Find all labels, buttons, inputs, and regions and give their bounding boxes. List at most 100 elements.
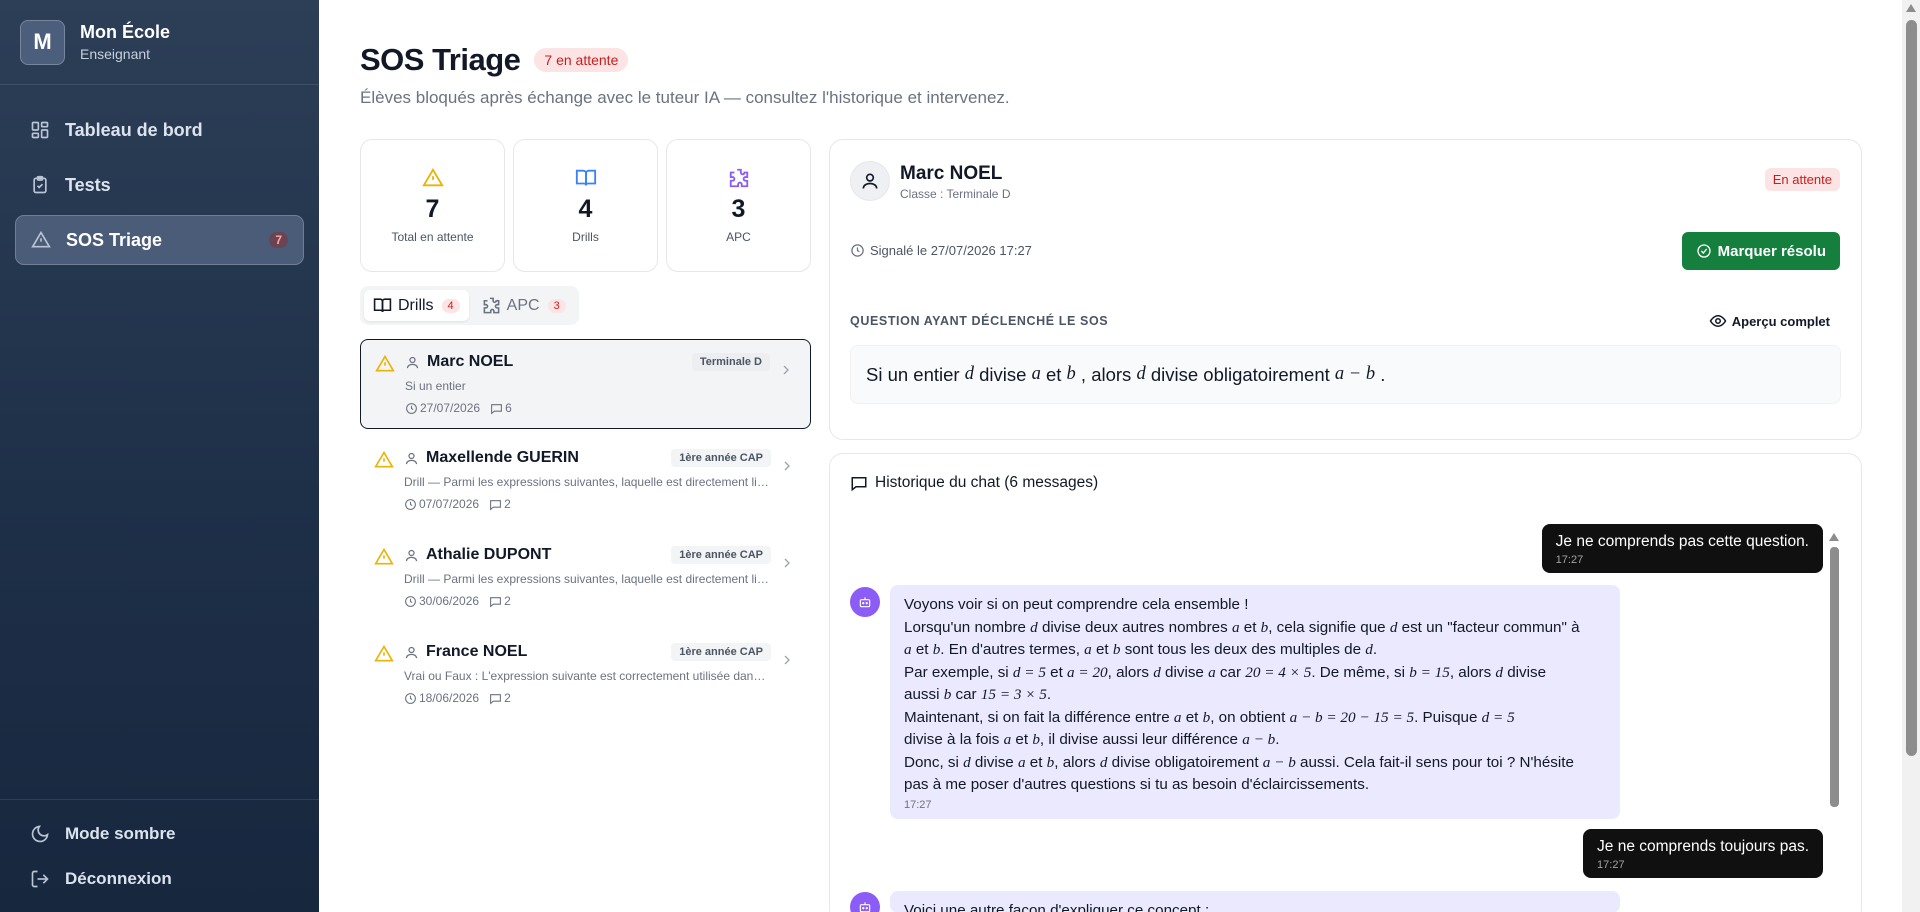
pending-badge: 7 en attente: [534, 48, 629, 72]
message-line: Par exemple, si d = 5 et a = 20, alors d…: [904, 663, 1547, 681]
chat-header-label: Historique du chat (6 messages): [875, 474, 1099, 491]
message-time: 17:27: [1597, 859, 1625, 871]
clock-icon: [851, 244, 864, 257]
message-count: 2: [504, 497, 511, 511]
question-text-part: et: [1040, 363, 1067, 385]
scroll-up-arrow-icon[interactable]: [1906, 4, 1916, 12]
puzzle-icon: [729, 168, 748, 188]
math-var: d: [1136, 364, 1146, 384]
chevron-right-icon: [783, 365, 789, 375]
moon-icon: [31, 825, 49, 843]
warning-icon: [421, 167, 444, 187]
sidebar-footer: Mode sombre Déconnexion: [0, 799, 319, 912]
question-preview: Si un entier: [405, 379, 466, 393]
stat-value: 3: [731, 195, 746, 223]
clock-icon: [405, 692, 416, 704]
item-meta: 27/07/2026 6: [405, 401, 512, 415]
student-name: France NOEL: [426, 643, 528, 660]
brand-role: Enseignant: [80, 46, 151, 62]
bot-icon: [859, 597, 871, 608]
bot-avatar: [850, 587, 880, 617]
user-icon: [405, 452, 418, 465]
scroll-thumb[interactable]: [1906, 20, 1917, 756]
message-icon: [490, 693, 501, 705]
scroll-thumb[interactable]: [1830, 547, 1839, 807]
eye-icon: [1709, 314, 1727, 328]
bot-avatar: [850, 892, 880, 912]
item-meta: 07/07/2026 2: [404, 497, 511, 511]
message-line: Voici une autre façon d'expliquer ce con…: [904, 902, 1210, 912]
warning-icon: [374, 547, 394, 565]
tab-drills[interactable]: Drills 4: [364, 290, 469, 321]
logout-icon: [31, 870, 49, 888]
chat-scrollbar[interactable]: [1829, 533, 1839, 814]
check-circle-icon: [1696, 244, 1711, 258]
chat-header: Historique du chat (6 messages): [850, 474, 1098, 492]
book-icon: [373, 298, 392, 312]
scroll-up-arrow-icon[interactable]: [1829, 533, 1839, 541]
clock-icon: [405, 595, 416, 607]
category-tabs: Drills 4 APC 3: [360, 286, 579, 325]
page-scrollbar[interactable]: [1902, 0, 1920, 912]
sidebar-nav: Tableau de bord Tests SOS Triage 7: [0, 85, 319, 265]
sidebar-item-tests[interactable]: Tests: [15, 160, 304, 210]
message-icon: [490, 499, 501, 511]
chat-history-panel: Historique du chat (6 messages) Je ne co…: [829, 453, 1862, 912]
question-preview: Drill — Parmi les expressions suivantes,…: [404, 572, 769, 586]
dark-mode-toggle[interactable]: Mode sombre: [15, 812, 304, 856]
message-line: Lorsqu'un nombre d divise deux autres no…: [904, 618, 1580, 636]
question-text: Si un entier d divise a et b , alors d d…: [850, 345, 1841, 404]
puzzle-icon: [483, 297, 500, 314]
warning-icon: [375, 354, 395, 372]
math-var: a: [1031, 364, 1041, 384]
item-date: 07/07/2026: [419, 497, 480, 511]
detail-student-name: Marc NOEL: [900, 163, 1003, 184]
dashboard-icon: [31, 121, 49, 139]
sos-count-badge: 7: [269, 232, 288, 248]
stats-row: 7 Total en attente 4 Drills 3 APC: [360, 139, 811, 272]
message-text: Je ne comprends pas cette question.: [1555, 533, 1809, 550]
warning-icon: [374, 450, 394, 468]
message-count: 2: [504, 691, 511, 705]
sos-list: Marc NOEL Terminale D Si un entier 27/07…: [360, 339, 811, 720]
message-time: 17:27: [904, 798, 932, 811]
question-preview: Drill — Parmi les expressions suivantes,…: [404, 475, 769, 489]
warning-icon: [374, 644, 394, 662]
dark-mode-label: Mode sombre: [65, 824, 176, 843]
list-item[interactable]: Athalie DUPONT 1ère année CAP Drill — Pa…: [360, 533, 811, 623]
tab-count-badge: 3: [547, 298, 566, 313]
sidebar-item-dashboard[interactable]: Tableau de bord: [15, 105, 304, 155]
question-text-part: divise obligatoirement: [1145, 363, 1335, 385]
clock-icon: [406, 402, 417, 414]
brand-name: Mon École: [80, 22, 171, 42]
class-badge: Terminale D: [691, 353, 770, 371]
sidebar-item-sos-triage[interactable]: SOS Triage 7: [15, 215, 304, 265]
message-line: divise à la fois a et b, il divise aussi…: [904, 731, 1280, 748]
message-line: aussi b car 15 = 3 × 5.: [904, 686, 1052, 703]
chevron-right-icon: [784, 655, 790, 665]
tab-count-badge: 4: [441, 298, 460, 313]
tab-apc[interactable]: APC 3: [473, 290, 575, 321]
list-item[interactable]: France NOEL 1ère année CAP Vrai ou Faux …: [360, 630, 811, 720]
class-badge: 1ère année CAP: [671, 643, 771, 661]
list-item[interactable]: Maxellende GUERIN 1ère année CAP Drill —…: [360, 436, 811, 526]
brand-logo: M: [20, 19, 65, 65]
stat-card-apc: 3 APC: [666, 139, 811, 272]
user-icon: [405, 646, 418, 659]
logout-button[interactable]: Déconnexion: [15, 857, 304, 901]
class-badge: 1ère année CAP: [671, 546, 771, 564]
student-name: Athalie DUPONT: [426, 546, 552, 563]
full-preview-button[interactable]: Aperçu complet: [1709, 312, 1830, 330]
question-preview: Vrai ou Faux : L'expression suivante est…: [404, 669, 769, 683]
sidebar-item-label: Tableau de bord: [65, 119, 203, 140]
stat-label: Drills: [572, 230, 599, 244]
chat-message-user: Je ne comprends pas cette question. 17:2…: [1541, 524, 1823, 573]
message-icon: [851, 477, 867, 492]
status-badge: En attente: [1764, 168, 1840, 191]
question-text-part: Si un entier: [866, 363, 965, 385]
logout-label: Déconnexion: [65, 869, 172, 888]
mark-resolved-button[interactable]: Marquer résolu: [1681, 232, 1840, 270]
list-item[interactable]: Marc NOEL Terminale D Si un entier 27/07…: [360, 339, 811, 429]
bot-icon: [859, 902, 871, 912]
question-section-label: QUESTION AYANT DÉCLENCHÉ LE SOS: [850, 314, 1109, 328]
